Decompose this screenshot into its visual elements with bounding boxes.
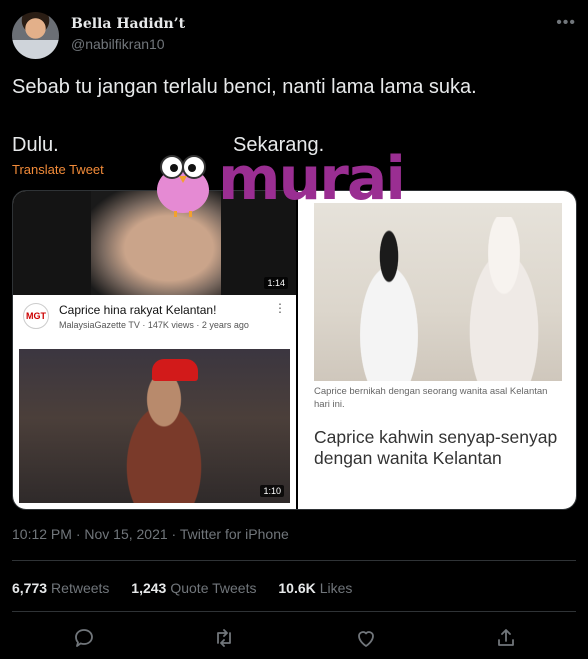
channel-logo: MGT [23,303,49,329]
likes-count: 10.6K [278,580,316,596]
divider [12,560,576,561]
avatar[interactable] [12,12,59,59]
media-grid[interactable]: 1:14 MGT Caprice hina rakyat Kelantan! M… [12,190,577,510]
kebab-menu-icon: ⋮ [274,301,286,315]
quote-tweets-count: 1,243 [131,580,167,596]
tweet-header: Bella Hadidn’t @nabilfikran10 ••• [12,12,576,60]
article-caption: Caprice bernikah dengan seorang wanita a… [314,386,548,410]
murai-wordmark: murai [218,144,406,214]
bride-figure [454,217,554,381]
retweet-icon[interactable] [212,626,236,650]
likes-label: Likes [319,580,353,596]
quote-tweets-stat[interactable]: 1,243 Quote Tweets [131,580,256,596]
video-thumbnail-bottom: 1:10 [19,349,290,503]
divider [12,611,576,612]
like-icon[interactable] [354,626,378,650]
quote-tweets-label: Quote Tweets [170,580,257,596]
media-image-right[interactable]: Caprice bernikah dengan seorang wanita a… [298,191,576,509]
reply-icon[interactable] [72,626,96,650]
retweets-label: Retweets [51,580,110,596]
bird-mascot-icon [157,155,209,217]
retweets-stat[interactable]: 6,773 Retweets [12,580,109,596]
tweet-stats: 6,773 Retweets 1,243 Quote Tweets 10.6K Lik… [12,580,370,596]
tweet-actions [0,622,588,652]
author-name[interactable]: Bella Hadidn’t [71,16,185,32]
video-duration-bottom: 1:10 [260,485,284,497]
media-image-left[interactable]: 1:14 MGT Caprice hina rakyat Kelantan! M… [13,191,296,509]
retweets-count: 6,773 [12,580,48,596]
article-headline: Caprice kahwin senyap-senyap dengan wani… [314,427,558,468]
red-cap [152,359,198,381]
share-icon[interactable] [494,626,518,650]
youtube-info-row: MGT Caprice hina rakyat Kelantan! Malays… [13,295,296,345]
author-handle[interactable]: @nabilfikran10 [71,36,165,52]
video-duration-top: 1:14 [264,277,288,289]
wedding-photo [314,203,562,381]
murai-watermark: murai [150,144,420,218]
more-options-icon[interactable]: ••• [556,14,576,32]
tweet-timestamp[interactable]: 10:12 PM · Nov 15, 2021 · Twitter for iP… [12,526,289,542]
video-title: Caprice hina rakyat Kelantan! [59,303,217,317]
groom-figure [344,229,434,381]
likes-stat[interactable]: 10.6K Likes [278,580,352,596]
video-meta: MalaysiaGazette TV · 147K views · 2 year… [59,320,249,330]
label-dulu: Dulu. [12,134,59,156]
tweet-text: Sebab tu jangan terlalu benci, nanti lam… [12,76,477,98]
translate-tweet-link[interactable]: Translate Tweet [12,162,104,177]
